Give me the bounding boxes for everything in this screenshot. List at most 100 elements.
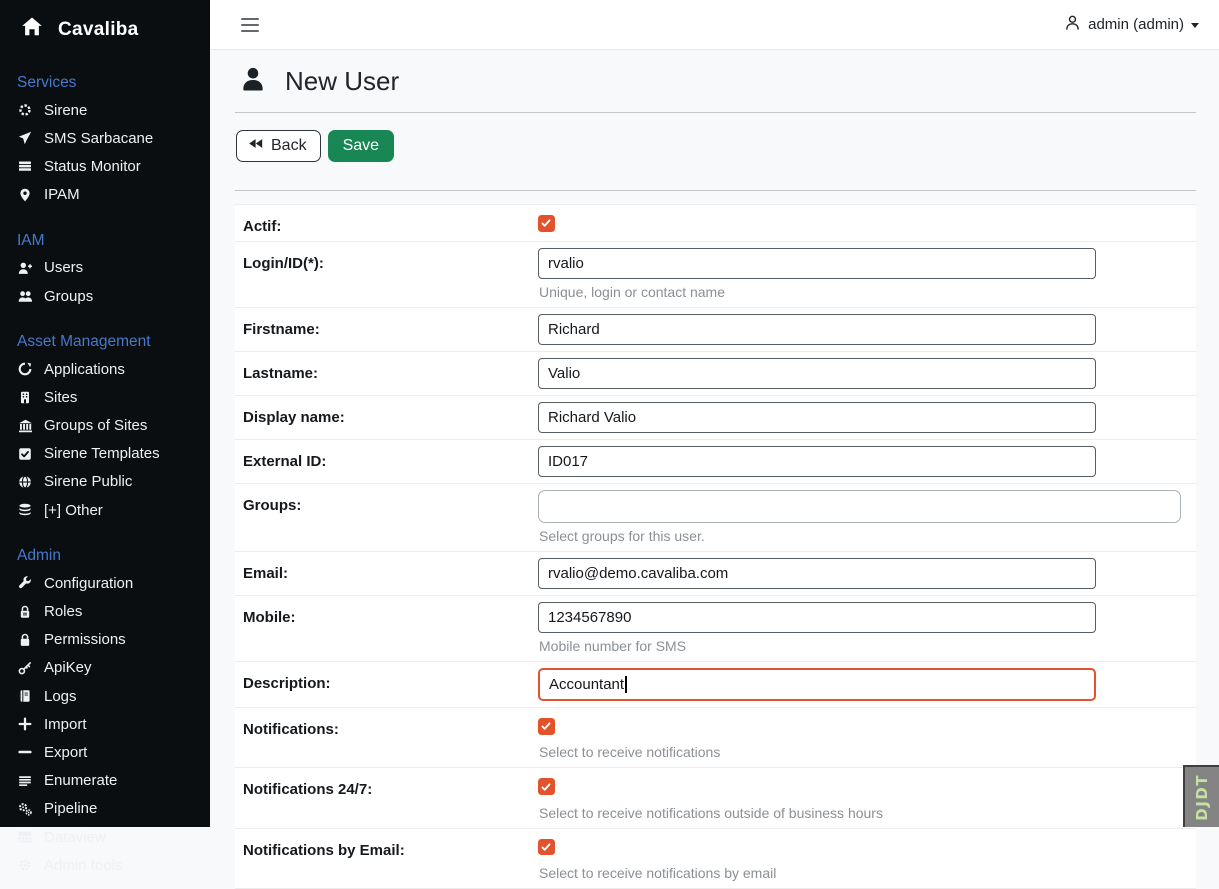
sidebar-item-users[interactable]: Users — [0, 254, 210, 282]
user-menu[interactable]: admin (admin) — [1064, 14, 1199, 35]
sidebar-item-groups[interactable]: Groups — [0, 282, 210, 310]
login-id-help-text: Unique, login or contact name — [539, 284, 1187, 300]
sidebar-item-apikey[interactable]: ApiKey — [0, 654, 210, 682]
list-icon — [17, 773, 33, 788]
sidebar-item-label: Applications — [44, 361, 125, 378]
firstname-input[interactable] — [538, 314, 1096, 345]
nav-section-label: Services — [0, 74, 210, 92]
sidebar-item-label: IPAM — [44, 186, 80, 203]
notifications-help-text: Select to receive notifications — [539, 744, 1187, 760]
topbar: admin (admin) — [210, 0, 1219, 50]
sidebar-item-other[interactable]: [+] Other — [0, 496, 210, 524]
sidebar-item-label: Permissions — [44, 631, 126, 648]
notifications-label: Notifications: — [243, 714, 538, 761]
mobile-label: Mobile: — [243, 602, 538, 655]
sidebar-item-enumerate[interactable]: Enumerate — [0, 767, 210, 795]
page-header: New User — [235, 50, 1196, 99]
external-id-input[interactable] — [538, 446, 1096, 477]
key-icon — [17, 660, 33, 675]
sidebar-item-ipam[interactable]: IPAM — [0, 181, 210, 209]
sidebar-item-dataview[interactable]: Dataview — [0, 823, 210, 851]
display-name-label: Display name: — [243, 402, 538, 433]
person-icon — [238, 64, 268, 99]
save-button[interactable]: Save — [328, 130, 394, 162]
lastname-row: Lastname: — [235, 352, 1196, 396]
journal-icon — [17, 689, 33, 704]
sidebar-item-sirene-templates[interactable]: Sirene Templates — [0, 440, 210, 468]
sidebar-item-label: Sirene — [44, 102, 87, 119]
sidebar-item-sirene-public[interactable]: Sirene Public — [0, 468, 210, 496]
login-id-row: Login/ID(*):Unique, login or contact nam… — [235, 242, 1196, 308]
mobile-input[interactable] — [538, 602, 1096, 633]
sidebar-item-label: Dataview — [44, 829, 106, 846]
minus-icon — [17, 745, 33, 760]
sidebar-item-permissions[interactable]: Permissions — [0, 626, 210, 654]
role-lock-icon — [17, 604, 33, 619]
lastname-input[interactable] — [538, 358, 1096, 389]
sidebar-item-applications[interactable]: Applications — [0, 355, 210, 383]
login-id-input[interactable] — [538, 248, 1096, 279]
notifications-247-help-text: Select to receive notifications outside … — [539, 805, 1187, 821]
back-button[interactable]: Back — [236, 130, 321, 162]
notifications-by-email-help-text: Select to receive notifications by email — [539, 865, 1187, 881]
people-icon — [17, 289, 33, 304]
new-user-form: Actif: Login/ID(*):Unique, login or conta… — [235, 204, 1196, 889]
text-cursor — [625, 676, 627, 693]
sidebar-item-status-monitor[interactable]: Status Monitor — [0, 152, 210, 180]
sidebar-item-label: Logs — [44, 688, 77, 705]
app-circle-icon — [17, 362, 33, 377]
sidebar-item-pipeline[interactable]: Pipeline — [0, 795, 210, 823]
sidebar-item-roles[interactable]: Roles — [0, 597, 210, 625]
description-row: Description:Accountant — [235, 662, 1196, 708]
sidebar-item-label: SMS Sarbacane — [44, 130, 153, 147]
status-bars-icon — [17, 159, 33, 174]
user-icon — [1064, 14, 1081, 35]
notifications-by-email-checkbox[interactable] — [538, 839, 555, 856]
sidebar-item-groups-of-sites[interactable]: Groups of Sites — [0, 412, 210, 440]
sidebar-item-sirene[interactable]: Sirene — [0, 96, 210, 124]
actif-label: Actif: — [243, 211, 538, 235]
sidebar-item-export[interactable]: Export — [0, 738, 210, 766]
sidebar: Cavaliba Services Sirene SMS Sarbacane Stat… — [0, 0, 210, 827]
actif-checkbox[interactable] — [538, 215, 555, 232]
sidebar-item-label: Status Monitor — [44, 158, 141, 175]
chevron-down-icon — [1191, 23, 1199, 28]
display-name-input[interactable] — [538, 402, 1096, 433]
sidebar-item-label: Groups of Sites — [44, 417, 147, 434]
lastname-label: Lastname: — [243, 358, 538, 389]
notifications-checkbox[interactable] — [538, 718, 555, 735]
sidebar-item-label: ApiKey — [44, 659, 92, 676]
groups-input[interactable] — [538, 490, 1181, 523]
sidebar-item-label: [+] Other — [44, 502, 103, 519]
lock-icon — [17, 632, 33, 647]
email-input[interactable] — [538, 558, 1096, 589]
mobile-help-text: Mobile number for SMS — [539, 638, 1187, 654]
sidebar-item-sites[interactable]: Sites — [0, 383, 210, 411]
sidebar-item-label: Sites — [44, 389, 77, 406]
notifications-247-checkbox[interactable] — [538, 778, 555, 795]
brand-name: Cavaliba — [58, 19, 139, 41]
sidebar-item-label: Pipeline — [44, 800, 97, 817]
sidebar-item-label: Users — [44, 259, 83, 276]
sidebar-item-admin-tools[interactable]: Admin tools — [0, 851, 210, 879]
bank-icon — [17, 418, 33, 433]
login-id-label: Login/ID(*): — [243, 248, 538, 301]
sidebar-item-logs[interactable]: Logs — [0, 682, 210, 710]
brand[interactable]: Cavaliba — [0, 0, 210, 51]
building-icon — [17, 390, 33, 405]
plus-icon — [17, 717, 33, 732]
actif-row: Actif: — [235, 205, 1196, 242]
djdt-debug-toolbar-handle[interactable]: DJDT — [1183, 765, 1219, 827]
description-input[interactable]: Accountant — [538, 668, 1096, 701]
sidebar-item-sms-sarbacane[interactable]: SMS Sarbacane — [0, 124, 210, 152]
display-name-row: Display name: — [235, 396, 1196, 440]
email-label: Email: — [243, 558, 538, 589]
email-row: Email: — [235, 552, 1196, 596]
page-title: New User — [285, 66, 399, 97]
firstname-label: Firstname: — [243, 314, 538, 345]
sidebar-item-configuration[interactable]: Configuration — [0, 569, 210, 597]
sidebar-toggle-button[interactable] — [239, 14, 261, 36]
check-square-icon — [17, 446, 33, 461]
sidebar-item-import[interactable]: Import — [0, 710, 210, 738]
nav-section-label: IAM — [0, 232, 210, 250]
